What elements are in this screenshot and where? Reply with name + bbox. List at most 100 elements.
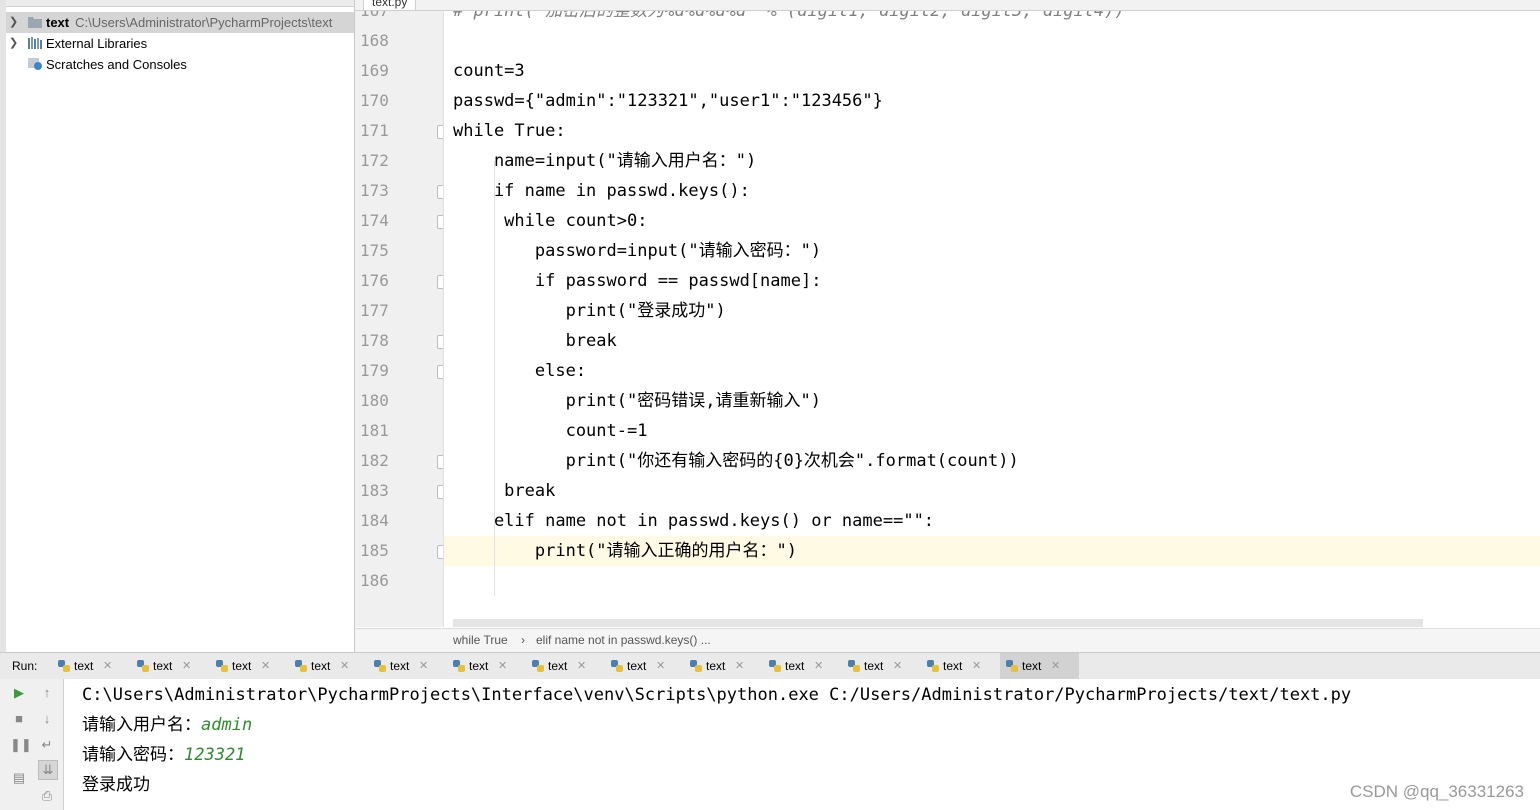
line-number-gutter: 167 168 169 170 171 172 173 174 175 176 … <box>355 11 444 627</box>
python-icon <box>216 660 228 672</box>
console-prompt: 请输入用户名： <box>82 715 201 735</box>
fold-marker-icon[interactable] <box>437 365 443 379</box>
run-tab[interactable]: text ✕ <box>684 653 763 679</box>
run-tab[interactable]: text ✕ <box>210 653 289 679</box>
line-number: 185 <box>360 541 389 560</box>
line-number: 170 <box>360 91 389 110</box>
python-icon <box>532 660 544 672</box>
close-icon[interactable]: ✕ <box>814 653 823 679</box>
run-tab[interactable]: text ✕ <box>842 653 921 679</box>
run-tab-label: text <box>469 659 489 673</box>
run-tab[interactable]: text ✕ <box>447 653 526 679</box>
line-number: 173 <box>360 181 389 200</box>
close-icon[interactable]: ✕ <box>182 653 191 679</box>
close-icon[interactable]: ✕ <box>419 653 428 679</box>
arrow-up-icon[interactable]: ↑ <box>38 684 56 702</box>
fold-marker-icon[interactable] <box>437 215 443 229</box>
code-editor[interactable]: # print("加密后的整数为%d%d%d%d" % (digit1, dig… <box>444 11 1540 627</box>
stop-icon[interactable]: ■ <box>10 710 28 728</box>
horizontal-scrollbar[interactable] <box>453 619 1423 627</box>
arrow-down-icon[interactable]: ↓ <box>38 710 56 728</box>
fold-marker-icon[interactable] <box>437 485 443 499</box>
console-line-user: 请输入用户名：admin <box>82 710 252 740</box>
run-tab-label: text <box>548 659 568 673</box>
line-number: 169 <box>360 61 389 80</box>
close-icon[interactable]: ✕ <box>577 653 586 679</box>
code-line: count=3 <box>453 61 525 81</box>
pause-icon[interactable]: ❚❚ <box>10 736 32 754</box>
run-tab-label: text <box>785 659 805 673</box>
console-pass-input: 123321 <box>184 745 246 765</box>
code-line: passwd={"admin":"123321","user1":"123456… <box>453 91 883 111</box>
close-icon[interactable]: ✕ <box>498 653 507 679</box>
run-tab-label: text <box>706 659 726 673</box>
python-icon <box>374 660 386 672</box>
run-tab-bar: Run: text ✕ text ✕ text ✕ text ✕ text ✕ text ✕… <box>0 652 1540 680</box>
python-icon <box>1006 660 1018 672</box>
line-number: 168 <box>360 31 389 50</box>
console-command-line: C:\Users\Administrator\PycharmProjects\I… <box>82 685 1352 705</box>
code-line: else: <box>453 361 587 381</box>
close-icon[interactable]: ✕ <box>103 653 112 679</box>
run-tab-label: text <box>311 659 331 673</box>
code-line: # print("加密后的整数为%d%d%d%d" % (digit1, dig… <box>453 11 1125 21</box>
close-icon[interactable]: ✕ <box>735 653 744 679</box>
fold-marker-icon[interactable] <box>437 125 443 139</box>
run-tab[interactable]: text ✕ <box>131 653 210 679</box>
run-tab[interactable]: text ✕ <box>289 653 368 679</box>
fold-marker-icon[interactable] <box>437 275 443 289</box>
line-number: 176 <box>360 271 389 290</box>
breadcrumb-item-while[interactable]: while True <box>453 629 508 652</box>
run-tab[interactable]: text ✕ <box>52 653 131 679</box>
run-tab-label: text <box>943 659 963 673</box>
code-line: while True: <box>453 121 566 141</box>
run-tab[interactable]: text ✕ <box>763 653 842 679</box>
folder-icon <box>28 17 42 28</box>
close-icon[interactable]: ✕ <box>261 653 270 679</box>
line-number: 184 <box>360 511 389 530</box>
line-number: 186 <box>360 571 389 590</box>
run-tab[interactable]: text ✕ <box>526 653 605 679</box>
fold-marker-icon[interactable] <box>437 545 443 559</box>
close-icon[interactable]: ✕ <box>1051 653 1060 679</box>
line-number: 172 <box>360 151 389 170</box>
tree-item-scratches[interactable]: Scratches and Consoles <box>6 54 354 75</box>
run-tab-label: text <box>232 659 252 673</box>
close-icon[interactable]: ✕ <box>893 653 902 679</box>
layout-icon[interactable]: ▤ <box>10 769 28 787</box>
close-icon[interactable]: ✕ <box>972 653 981 679</box>
chevron-right-icon[interactable]: ❯ <box>9 12 19 33</box>
run-tab[interactable]: text ✕ <box>368 653 447 679</box>
fold-marker-icon[interactable] <box>437 335 443 349</box>
close-icon[interactable]: ✕ <box>340 653 349 679</box>
console-line-pass: 请输入密码：123321 <box>82 740 245 770</box>
code-line: name=input("请输入用户名：") <box>453 151 757 171</box>
code-line: break <box>453 331 617 351</box>
run-tab[interactable]: text ✕ <box>921 653 1000 679</box>
editor-tab-text-py[interactable]: text.py <box>363 0 417 10</box>
close-icon[interactable]: ✕ <box>656 653 665 679</box>
python-icon <box>927 660 939 672</box>
line-number: 177 <box>360 301 389 320</box>
run-tab-label: text <box>390 659 410 673</box>
code-line: if name in passwd.keys(): <box>453 181 750 201</box>
python-icon <box>453 660 465 672</box>
code-line: while count>0: <box>453 211 648 231</box>
python-icon <box>690 660 702 672</box>
code-line: password=input("请输入密码：") <box>453 241 822 261</box>
print-icon[interactable]: ⎙ <box>38 787 56 805</box>
tree-item-external-libraries[interactable]: ❯ External Libraries <box>6 33 354 54</box>
console-prompt: 请输入密码： <box>82 745 184 765</box>
breadcrumb-item-elif[interactable]: elif name not in passwd.keys() ... <box>536 629 711 652</box>
fold-marker-icon[interactable] <box>437 455 443 469</box>
line-number: 167 <box>360 11 400 26</box>
chevron-right-icon[interactable]: ❯ <box>9 33 19 54</box>
run-tab-active[interactable]: text ✕ <box>1000 653 1079 679</box>
tree-item-text-project[interactable]: ❯ text C:\Users\Administrator\PycharmProj… <box>6 12 354 33</box>
scroll-to-end-icon[interactable]: ⇊ <box>38 760 58 780</box>
run-tab[interactable]: text ✕ <box>605 653 684 679</box>
run-console[interactable]: C:\Users\Administrator\PycharmProjects\I… <box>64 679 1540 810</box>
soft-wrap-icon[interactable]: ↵ <box>38 736 56 754</box>
fold-marker-icon[interactable] <box>437 185 443 199</box>
run-icon[interactable]: ▶ <box>10 684 28 702</box>
